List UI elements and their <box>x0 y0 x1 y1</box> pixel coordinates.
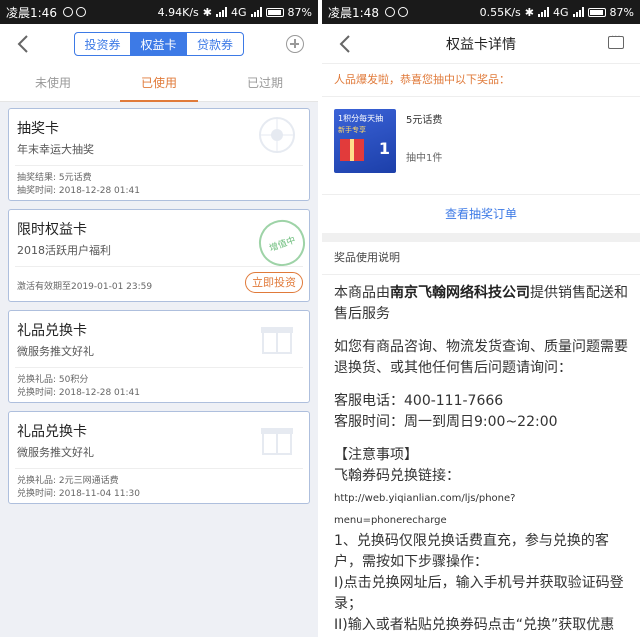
segment-loan-coupon[interactable]: 贷款券 <box>187 33 243 55</box>
page-title: 权益卡详情 <box>446 36 516 53</box>
message-icon[interactable] <box>608 32 624 49</box>
card-subtitle: 年末幸运大抽奖 <box>17 143 94 156</box>
top-nav: 权益卡详情 <box>322 24 640 64</box>
company-name: 南京飞翰网络科技公司 <box>390 285 530 301</box>
right-screen: 凌晨1:48 0.55K/s ✱ 4G 87% 权益卡详情 人品爆发啦，恭喜您抽… <box>322 0 640 637</box>
card-valid-until: 激活有效期至2019-01-01 23:59 <box>17 282 153 292</box>
appreciating-stamp: 增值中 <box>252 213 312 273</box>
prize-name: 5元话费 <box>406 115 443 126</box>
prize-image-number: 1 <box>378 139 390 158</box>
status-bar: 凌晨1:48 0.55K/s ✱ 4G 87% <box>322 0 640 24</box>
add-icon[interactable] <box>286 35 304 53</box>
back-arrow-icon[interactable] <box>14 33 34 55</box>
card-gift: 兑换礼品: 50积分 <box>17 375 89 385</box>
card-type-segmented-control: 投资券 权益卡 贷款券 <box>74 32 244 56</box>
tab-used[interactable]: 已使用 <box>106 64 212 102</box>
status-tabs: 未使用 已使用 已过期 <box>0 64 318 102</box>
step-i: I)点击兑换网址后，输入手机号并获取验证码登录； <box>334 575 624 612</box>
card-gift-exchange[interactable]: 礼品兑换卡 微服务推文好礼 兑换礼品: 50积分 兑换时间: 2018-12-2… <box>8 310 310 403</box>
exchange-link[interactable]: http://web.yiqianlian.com/ljs/phone?menu… <box>334 493 515 526</box>
paragraph: 如您有商品咨询、物流发货查询、质量问题需要退换货、或其他任何售后问题请询问： <box>334 339 628 376</box>
status-app-icons <box>384 7 408 17</box>
card-gift: 兑换礼品: 2元三网通话费 <box>17 476 119 486</box>
instructions-body: 本商品由南京飞翰网络科技公司提供销售配送和售后服务 如您有商品咨询、物流发货查询… <box>322 275 640 637</box>
battery-level: 87% <box>287 5 312 19</box>
card-title: 礼品兑换卡 <box>17 323 87 339</box>
card-result: 抽奖结果: 5元话费 <box>17 173 92 183</box>
top-nav: 投资券 权益卡 贷款券 <box>0 24 318 64</box>
step-1: 1、兑换码仅限兑换话费直充，参与兑换的客户，需按如下步骤操作： <box>334 533 609 570</box>
notice-header: 【注意事项】 <box>334 447 418 463</box>
card-time: 兑换时间: 2018-12-28 01:41 <box>17 388 140 398</box>
left-screen: 凌晨1:46 4.94K/s ✱ 4G 87% 投资券 权益卡 贷款券 未使用 … <box>0 0 318 637</box>
prize-item: 1积分每天抽 新手专享 1 5元话费 抽中1件 <box>322 97 640 195</box>
bluetooth-icon: ✱ <box>202 5 213 19</box>
wheel-icon <box>259 117 295 153</box>
signal-icon-2 <box>572 7 584 17</box>
signal-icon <box>216 7 228 17</box>
network-speed: 4.94K/s <box>157 5 199 19</box>
battery-icon <box>587 7 606 17</box>
prize-image: 1积分每天抽 新手专享 1 <box>334 109 396 173</box>
network-speed: 0.55K/s <box>479 5 521 19</box>
card-subtitle: 微服务推文好礼 <box>17 446 94 459</box>
battery-icon <box>265 7 284 17</box>
status-time: 凌晨1:48 <box>328 5 379 20</box>
step-ii: II)输入或者粘贴兑换券码点击“兑换”获取优惠券； <box>334 617 615 633</box>
invest-now-button[interactable]: 立即投资 <box>245 272 303 293</box>
prize-image-subtext: 新手专享 <box>338 126 366 134</box>
card-title: 限时权益卡 <box>17 222 87 238</box>
status-app-icons <box>62 7 86 17</box>
gift-icon <box>261 327 293 354</box>
card-subtitle: 2018活跃用户福利 <box>17 244 111 257</box>
card-subtitle: 微服务推文好礼 <box>17 345 94 358</box>
tab-expired[interactable]: 已过期 <box>212 64 318 101</box>
service-phone: 客服电话：400-111-7666 <box>334 393 504 409</box>
tab-unused[interactable]: 未使用 <box>0 64 106 101</box>
battery-level: 87% <box>609 5 634 19</box>
segment-benefit-card[interactable]: 权益卡 <box>131 33 187 55</box>
card-title: 礼品兑换卡 <box>17 424 87 440</box>
card-gift-exchange-2[interactable]: 礼品兑换卡 微服务推文好礼 兑换礼品: 2元三网通话费 兑换时间: 2018-1… <box>8 411 310 504</box>
gift-icon <box>261 428 293 455</box>
card-list: 抽奖卡 年末幸运大抽奖 抽奖结果: 5元话费 抽奖时间: 2018-12-28 … <box>0 102 318 518</box>
service-hours: 客服时间：周一到周日9:00~22:00 <box>334 414 558 430</box>
text: 本商品由 <box>334 285 390 301</box>
card-time: 抽奖时间: 2018-12-28 01:41 <box>17 186 140 196</box>
network-type: 4G <box>231 5 247 19</box>
card-limited-benefit[interactable]: 限时权益卡 2018活跃用户福利 增值中 激活有效期至2019-01-01 23… <box>8 209 312 302</box>
bluetooth-icon: ✱ <box>524 5 535 19</box>
card-time: 兑换时间: 2018-11-04 11:30 <box>17 489 140 499</box>
congrats-message: 人品爆发啦，恭喜您抽中以下奖品： <box>322 64 640 97</box>
signal-icon-2 <box>250 7 262 17</box>
segment-investment-coupon[interactable]: 投资券 <box>75 33 131 55</box>
prize-image-text: 1积分每天抽 <box>338 114 384 123</box>
view-lottery-order-link[interactable]: 查看抽奖订单 <box>322 195 640 233</box>
text: 飞翰券码兑换链接： <box>334 468 460 484</box>
status-time: 凌晨1:46 <box>6 5 57 20</box>
back-arrow-icon[interactable] <box>336 33 356 55</box>
instructions-title: 奖品使用说明 <box>322 242 640 275</box>
gift-box-icon <box>340 139 364 161</box>
card-title: 抽奖卡 <box>17 121 59 137</box>
card-lottery[interactable]: 抽奖卡 年末幸运大抽奖 抽奖结果: 5元话费 抽奖时间: 2018-12-28 … <box>8 108 310 201</box>
network-type: 4G <box>553 5 569 19</box>
signal-icon <box>538 7 550 17</box>
prize-count: 抽中1件 <box>406 153 443 164</box>
status-bar: 凌晨1:46 4.94K/s ✱ 4G 87% <box>0 0 318 24</box>
